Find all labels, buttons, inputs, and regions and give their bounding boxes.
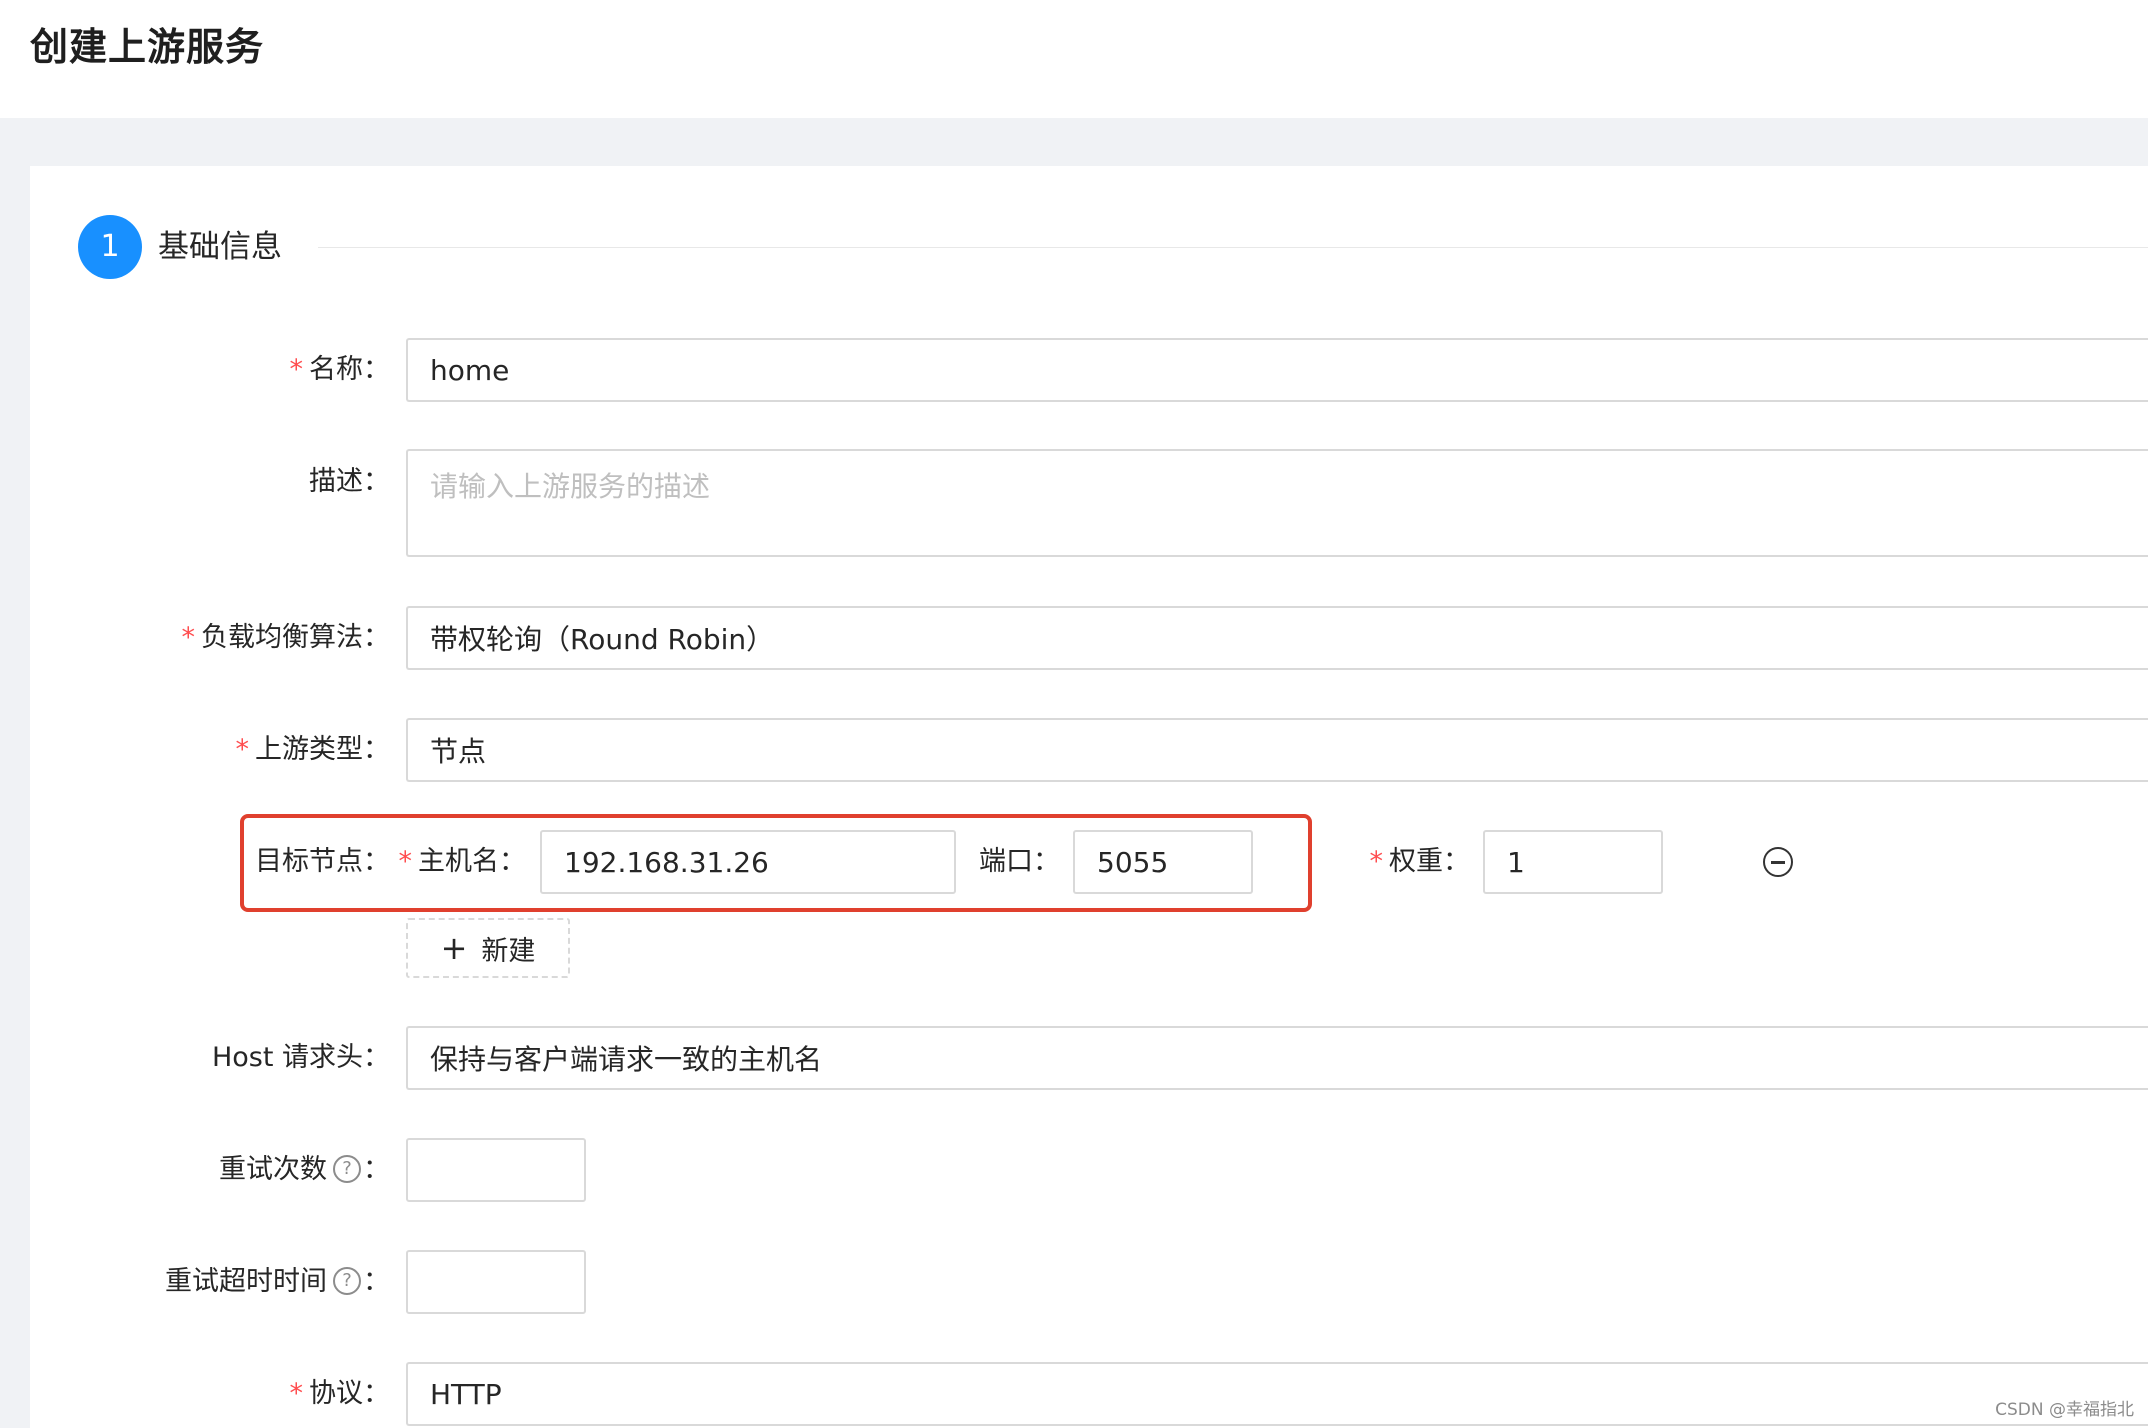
algorithm-label: * 负载均衡算法： (181, 622, 391, 653)
step-title: 基础信息 (158, 229, 282, 265)
question-circle-icon[interactable]: ? (333, 1154, 361, 1183)
page-title: 创建上游服务 (30, 25, 265, 69)
weight-input[interactable]: 1 (1483, 830, 1663, 894)
required-mark: * (235, 734, 250, 765)
target-nodes-label: 目标节点： (255, 846, 390, 877)
required-mark: * (181, 622, 196, 653)
protocol-label: * 协议： (289, 1378, 391, 1409)
retries-input[interactable] (406, 1138, 586, 1202)
description-textarea[interactable]: 请输入上游服务的描述 (406, 449, 2148, 557)
retries-label: 重试次数?： (219, 1154, 390, 1185)
retry-timeout-label: 重试超时时间?： (165, 1266, 390, 1297)
step-divider (318, 247, 2148, 248)
add-node-button[interactable]: + 新建 (406, 918, 570, 978)
port-label: 端口： (979, 846, 1060, 877)
watermark: CSDN @幸福指北 (1995, 1400, 2134, 1420)
required-mark: * (289, 354, 304, 385)
page-header: 创建上游服务 (0, 0, 2148, 118)
host-input[interactable]: 192.168.31.26 (540, 830, 956, 894)
plus-icon: + (440, 929, 468, 967)
add-node-label: 新建 (481, 935, 536, 967)
retry-timeout-input[interactable] (406, 1250, 586, 1314)
name-label: * 名称： (289, 354, 391, 385)
question-circle-icon[interactable]: ? (333, 1266, 361, 1295)
required-mark: * (289, 1378, 304, 1409)
upstream-type-label: * 上游类型： (235, 734, 391, 765)
host-header-label: Host 请求头： (211, 1042, 390, 1073)
step-number-badge: 1 (78, 215, 142, 279)
required-mark: * (1369, 846, 1384, 877)
minus-circle-icon[interactable] (1763, 847, 1793, 877)
host-label: * 主机名： (398, 846, 527, 877)
algorithm-select[interactable]: 带权轮询（Round Robin） (406, 606, 2148, 670)
host-header-select[interactable]: 保持与客户端请求一致的主机名 (406, 1026, 2148, 1090)
protocol-select[interactable]: HTTP (406, 1362, 2148, 1426)
upstream-type-select[interactable]: 节点 (406, 718, 2148, 782)
weight-label: * 权重： (1369, 846, 1471, 877)
name-input[interactable]: home (406, 338, 2148, 402)
required-mark: * (398, 846, 413, 877)
port-input[interactable]: 5055 (1073, 830, 1253, 894)
description-label: 描述： (309, 466, 390, 497)
